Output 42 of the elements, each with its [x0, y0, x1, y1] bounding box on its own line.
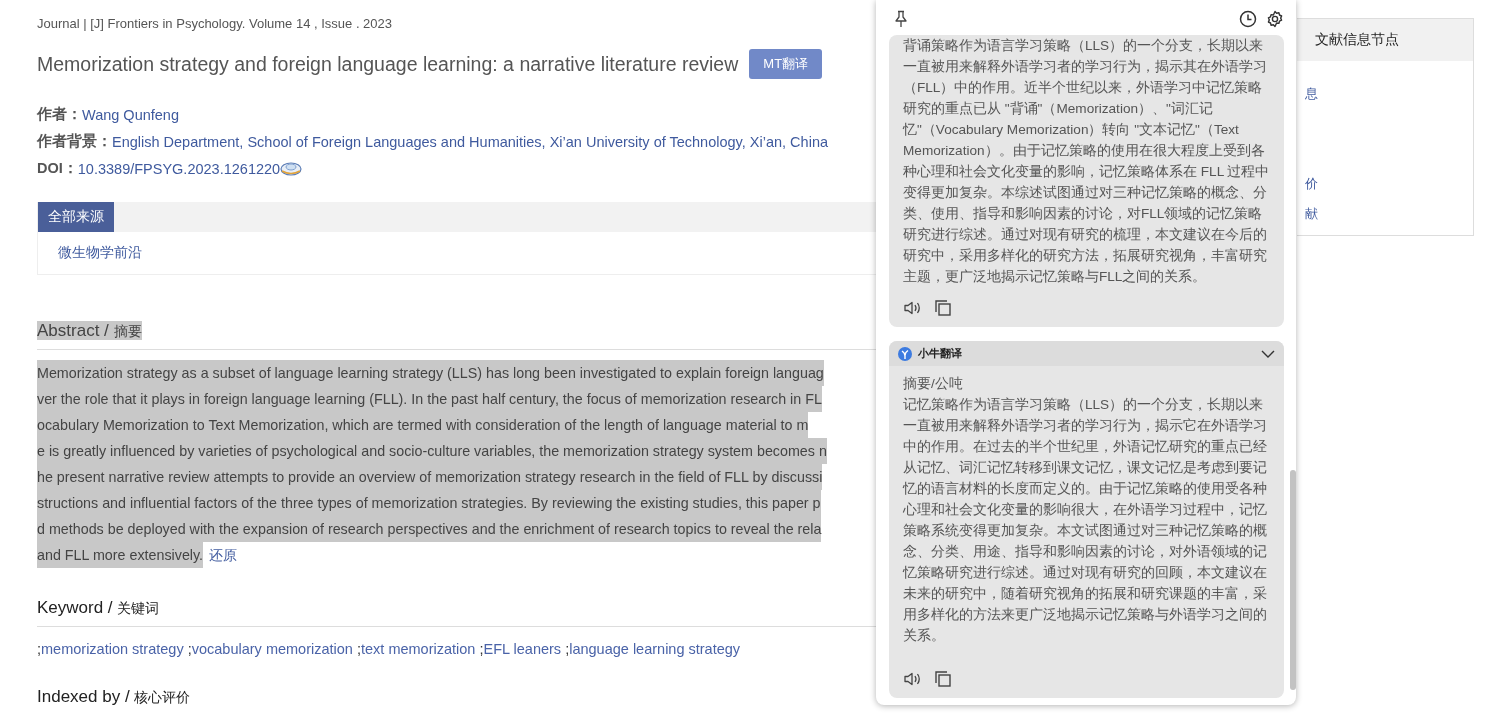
sidebar-link[interactable]: 价	[1297, 169, 1473, 199]
keyword-separator: ;	[479, 641, 484, 657]
engine-name: 小牛翻译	[918, 346, 963, 361]
meta-label: 作者：	[37, 105, 82, 124]
meta-link[interactable]: Wang Qunfeng	[82, 106, 179, 123]
keyword-separator: ;	[37, 641, 42, 657]
translation-text: 记忆策略作为语言学习策略（LLS）的一个分支，长期以来一直被用来解释外语学习者的学习行为，揭示它在外语学习中的作用。在过去的半个世纪里，外语记忆研究的重点已经从记忆、词汇记忆转移到课文记忆，课文记忆是考虑到要记忆的语言材料的长度而定义的。由于记忆策略的使用受各种心理和社会文化变量的影响很大，在外语学习过程中，记忆策略系统变得更加复杂。本文试图通过对三种记忆策略的概念、分类、用途、指导和影响因素的讨论，对外语领域的记忆策略研究进行综述。通过对现有研究的回顾，本文建议在未来的研究中，随着研究视角的拓展和研究课题的丰富，采用多样化的方法来更广泛地揭示记忆策略与外语学习之间的关系。	[903, 396, 1268, 645]
translation-text: 背诵策略作为语言学习策略（LLS）的一个分支，长期以来一直被用来解释外语学习者的学习行为，揭示其在外语学习（FLL）中的作用。近半个世纪以来，外语学习中记忆策略研究的重点已从 "背诵"（Memorization）、"词汇记忆"（Vocabulary Memorization）转向 "文本记忆"（Text Memorization）。由于记忆策略的使用在很大程度上受到各种心理和社会文化变量的影响，记忆策略体系在 FLL 过程中变得更加复杂。本综述试图通过对三种记忆策略的概念、分类、使用、指导和影响因素的讨论，对FLL领域的记忆策略研究进行综述。通过对现有研究的梳理，本文建议在今后的研究中，采用多样化的研究方法，拓展研究视角，丰富研究主题，更广泛地揭示记忆策略与FLL之间的关系。	[903, 37, 1271, 286]
restore-link[interactable]: 还原	[209, 547, 238, 565]
keyword-separator: ;	[565, 641, 570, 657]
section-heading: Keyword / 关键词	[37, 598, 160, 617]
meta-label: DOI：	[37, 159, 78, 178]
keyword-link[interactable]: text memorization	[361, 641, 480, 657]
source-link[interactable]: 微生物学前沿	[58, 245, 142, 260]
keyword-separator: ;	[187, 641, 192, 657]
breadcrumb: Journal | [J] Frontiers in Psychology. Volume 14 , Issue . 2023	[37, 16, 393, 31]
scrollbar[interactable]	[1290, 470, 1296, 690]
meta-link[interactable]: 10.3389/FPSYG.2023.1261220	[77, 160, 281, 177]
meta-label: 作者背景：	[37, 132, 112, 151]
globe-icon	[280, 160, 303, 177]
keyword-link[interactable]: EFL leaners	[483, 641, 566, 657]
copy-icon[interactable]	[934, 299, 952, 317]
source-tab[interactable]: 全部来源	[38, 202, 114, 232]
speaker-icon[interactable]	[903, 300, 923, 316]
keyword-link[interactable]: memorization strategy	[41, 641, 188, 657]
sidebar-title: 文献信息节点	[1297, 19, 1473, 61]
settings-icon[interactable]	[1266, 10, 1284, 28]
pin-icon[interactable]	[893, 10, 909, 28]
article-title: Memorization strategy and foreign language learning: a narrative literature review	[37, 52, 739, 76]
translation-heading: 摘要/公吨	[903, 375, 964, 393]
section-heading: Indexed by / 核心评价	[37, 687, 191, 706]
chevron-icon[interactable]	[1261, 348, 1275, 359]
copy-icon[interactable]	[934, 670, 952, 688]
meta-link[interactable]: English Department, School of Foreign Languages and Humanities, Xi’an University of Technology, Xi’an, China	[112, 133, 828, 150]
speaker-icon[interactable]	[903, 671, 923, 687]
section-heading: Abstract / 摘要	[37, 321, 142, 340]
sidebar-link[interactable]: 息	[1297, 79, 1473, 109]
keyword-link[interactable]: language learning strategy	[569, 641, 741, 657]
clock-icon[interactable]	[1239, 10, 1257, 28]
keyword-separator: ;	[356, 641, 361, 657]
logo-icon	[898, 346, 912, 361]
sidebar-link[interactable]: 献	[1297, 199, 1473, 229]
